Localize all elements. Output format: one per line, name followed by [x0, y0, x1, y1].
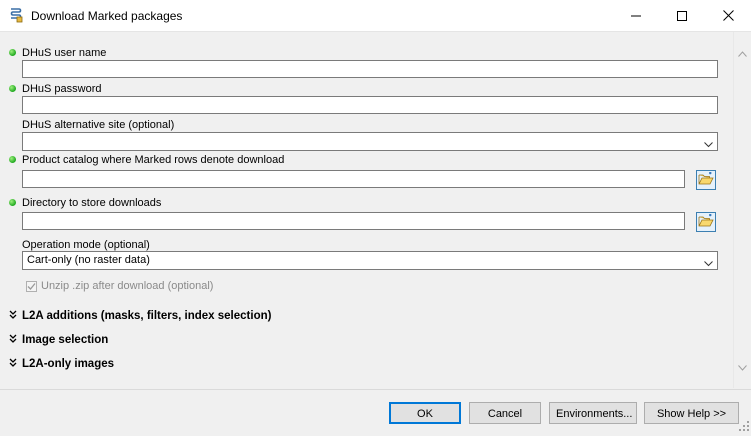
- catalog-label: Product catalog where Marked rows denote…: [22, 154, 285, 166]
- environments-button[interactable]: Environments...: [549, 402, 637, 424]
- minimize-icon: [631, 11, 641, 21]
- double-chevron-down-icon: [9, 310, 17, 322]
- maximize-icon: [677, 10, 687, 21]
- directory-input[interactable]: [22, 212, 685, 230]
- tool-parameters-panel: DHuS user name DHuS password DHuS altern…: [0, 32, 733, 388]
- unzip-label: Unzip .zip after download (optional): [41, 280, 214, 292]
- operation-mode-combobox[interactable]: Cart-only (no raster data): [22, 251, 718, 270]
- section-label: L2A additions (masks, filters, index sel…: [22, 310, 272, 322]
- required-indicator-icon: [9, 156, 16, 163]
- vertical-scrollbar[interactable]: [733, 32, 751, 388]
- resize-grip-icon[interactable]: [739, 421, 749, 434]
- user-name-input[interactable]: [22, 60, 718, 78]
- section-label: L2A-only images: [22, 358, 115, 370]
- operation-mode-label: Operation mode (optional): [22, 239, 150, 251]
- show-help-button[interactable]: Show Help >>: [644, 402, 739, 424]
- window-title: Download Marked packages: [31, 9, 183, 23]
- required-indicator-icon: [9, 85, 16, 92]
- password-label: DHuS password: [22, 83, 102, 95]
- dialog-footer: OK Cancel Environments... Show Help >>: [0, 389, 751, 436]
- cancel-button[interactable]: Cancel: [469, 402, 541, 424]
- directory-browse-button[interactable]: [696, 212, 716, 232]
- required-indicator-icon: [9, 49, 16, 56]
- scroll-down-icon[interactable]: [738, 362, 747, 374]
- script-tool-icon: [8, 7, 24, 23]
- alt-site-label: DHuS alternative site (optional): [22, 119, 175, 131]
- checkmark-icon: [27, 283, 36, 290]
- close-icon: [722, 10, 734, 21]
- maximize-button[interactable]: [659, 0, 705, 31]
- close-button[interactable]: [705, 0, 751, 31]
- operation-mode-value: Cart-only (no raster data): [27, 254, 150, 266]
- title-bar: Download Marked packages: [0, 0, 751, 32]
- required-indicator-icon: [9, 199, 16, 206]
- chevron-down-icon[interactable]: [704, 138, 713, 153]
- directory-label: Directory to store downloads: [22, 197, 162, 209]
- scroll-up-icon[interactable]: [738, 48, 747, 60]
- unzip-checkbox[interactable]: [26, 281, 37, 292]
- double-chevron-down-icon: [9, 334, 17, 346]
- catalog-input[interactable]: [22, 170, 685, 188]
- ok-button[interactable]: OK: [389, 402, 461, 424]
- chevron-down-icon[interactable]: [704, 257, 713, 272]
- section-label: Image selection: [22, 334, 109, 346]
- alt-site-combobox[interactable]: [22, 132, 718, 151]
- user-name-label: DHuS user name: [22, 47, 107, 59]
- open-folder-icon: [698, 171, 714, 189]
- minimize-button[interactable]: [613, 0, 659, 31]
- catalog-browse-button[interactable]: [696, 170, 716, 190]
- open-folder-icon: [698, 213, 714, 231]
- password-input[interactable]: [22, 96, 718, 114]
- double-chevron-down-icon: [9, 358, 17, 370]
